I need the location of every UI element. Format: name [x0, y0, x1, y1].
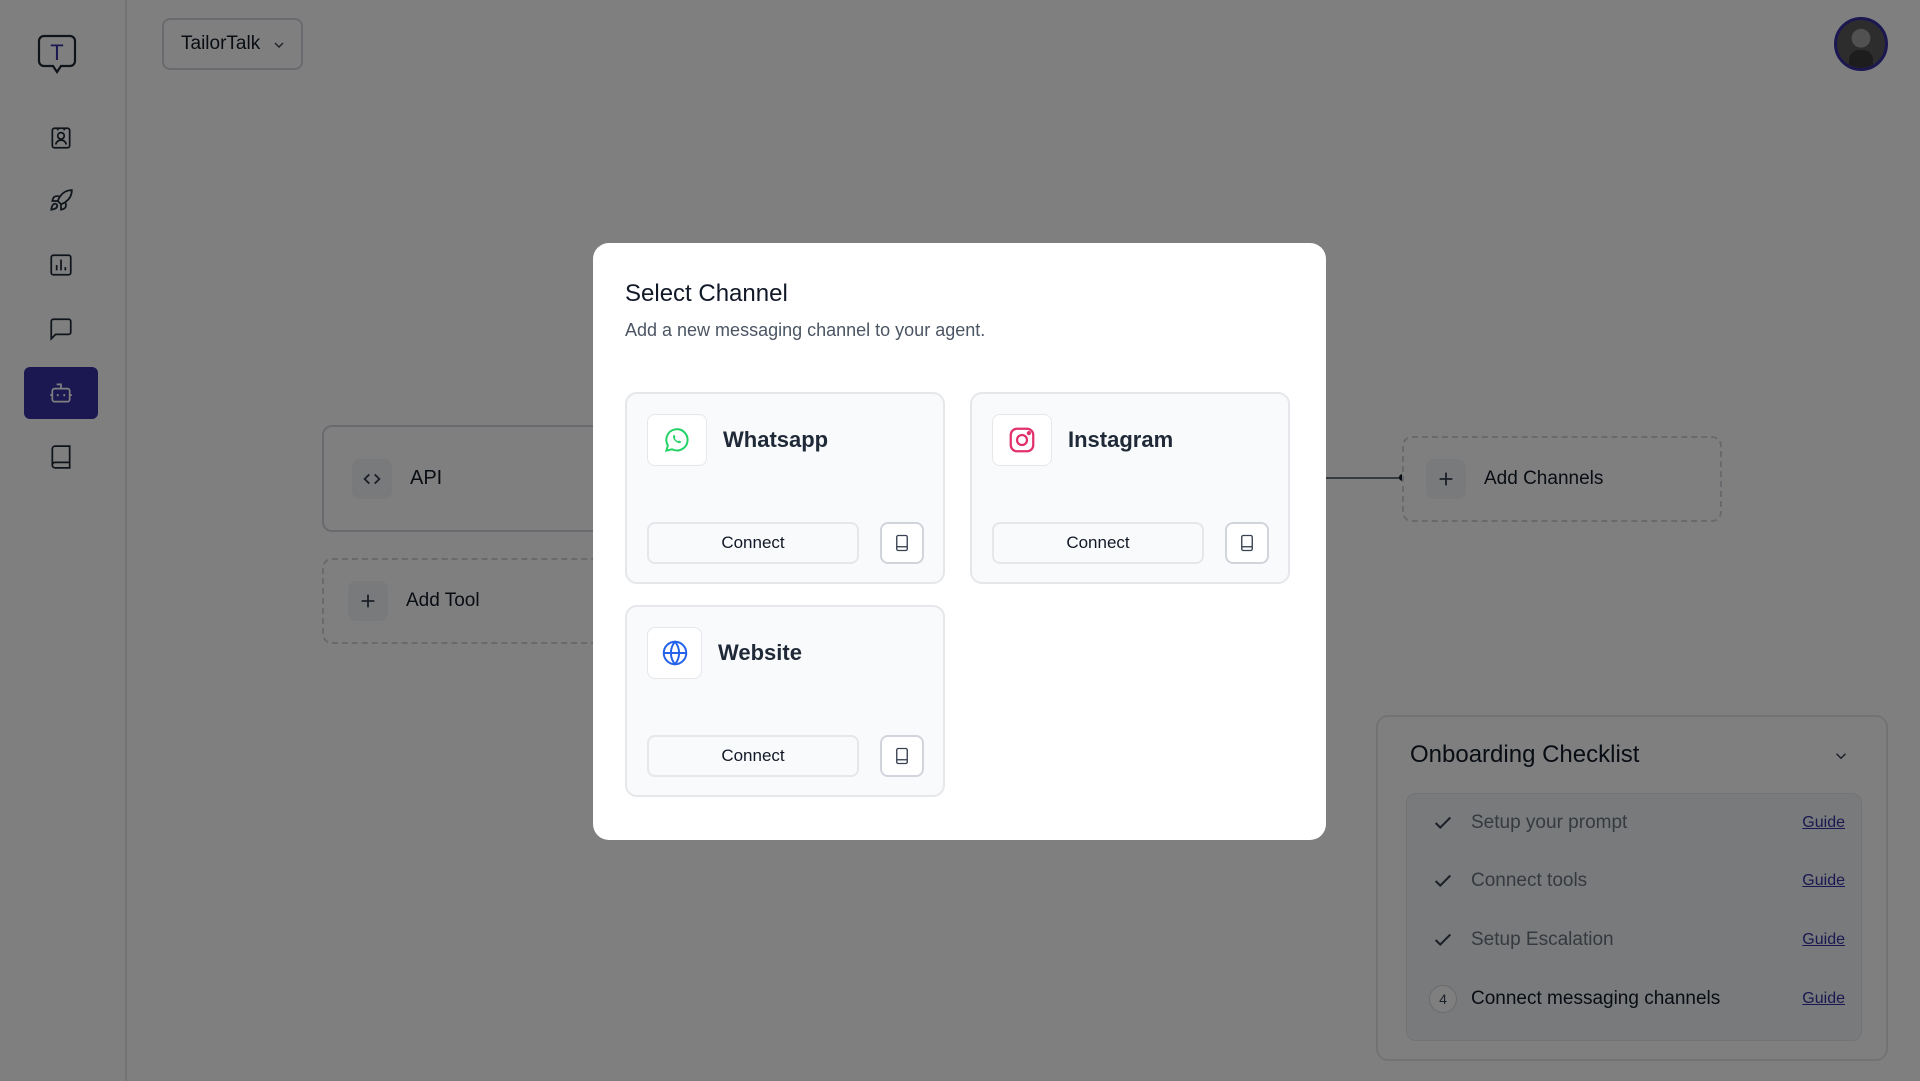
- select-channel-modal: Select Channel Add a new messaging chann…: [593, 243, 1326, 840]
- connect-website-button[interactable]: Connect: [647, 735, 859, 777]
- tablet-icon: [896, 534, 908, 552]
- docs-button[interactable]: [1225, 522, 1269, 564]
- connect-whatsapp-button[interactable]: Connect: [647, 522, 859, 564]
- channel-card-whatsapp: Whatsapp Connect: [625, 392, 945, 584]
- channel-name: Instagram: [1068, 427, 1174, 452]
- channel-card-instagram: Instagram Connect: [970, 392, 1290, 584]
- docs-button[interactable]: [880, 735, 924, 777]
- channel-name: Whatsapp: [723, 427, 829, 452]
- whatsapp-icon: [647, 414, 707, 466]
- docs-button[interactable]: [880, 522, 924, 564]
- connect-instagram-button[interactable]: Connect: [992, 522, 1204, 564]
- tablet-icon: [1241, 534, 1253, 552]
- channel-card-website: Website Connect: [625, 605, 945, 797]
- modal-title: Select Channel: [625, 280, 788, 307]
- instagram-icon: [992, 414, 1052, 466]
- tablet-icon: [896, 747, 908, 765]
- channel-name: Website: [718, 640, 802, 665]
- globe-icon: [647, 627, 702, 679]
- modal-subtitle: Add a new messaging channel to your agen…: [625, 320, 986, 340]
